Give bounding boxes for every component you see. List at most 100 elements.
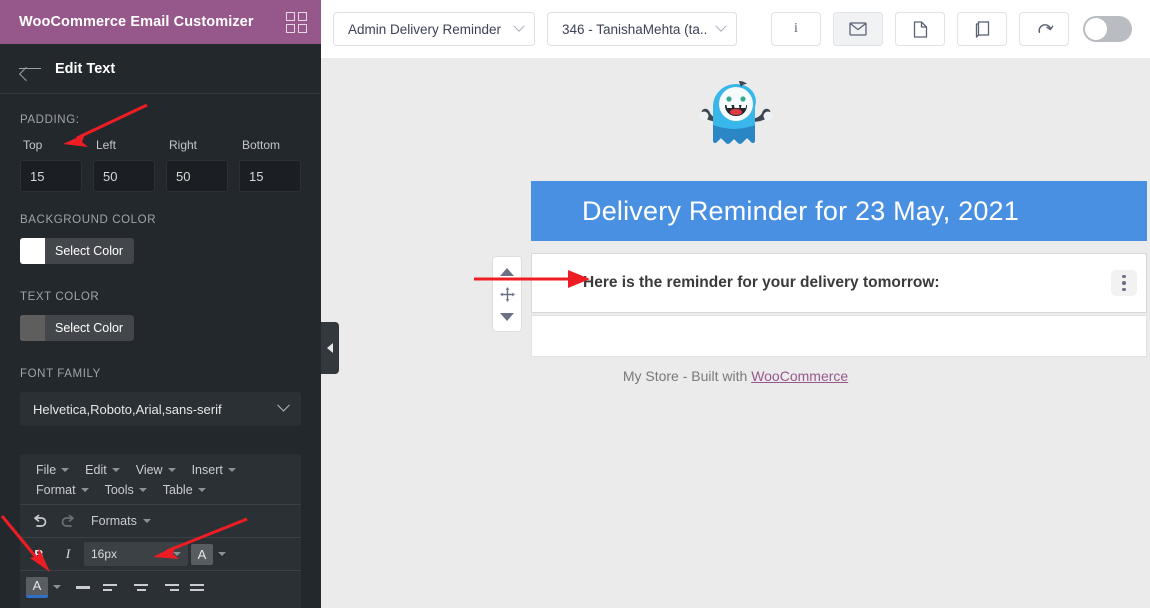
sidebar-body: PADDING: Top Left Right Bottom: [0, 94, 321, 426]
monster-mascot-logo: [699, 81, 772, 144]
padding-section-label: PADDING:: [20, 114, 80, 126]
page-icon: [913, 20, 927, 38]
order-recipient-value: 346 - TanishaMehta (ta...: [562, 21, 707, 37]
align-justify-icon: [190, 580, 208, 594]
chevron-down-icon: [277, 398, 290, 412]
background-color-button[interactable]: Select Color: [20, 238, 135, 264]
grid-cell: [286, 11, 295, 21]
text-color-picker-button[interactable]: A: [191, 543, 213, 565]
background-color-swatch: [20, 238, 45, 264]
menu-edit-label: Edit: [85, 463, 107, 477]
menu-format[interactable]: Format: [28, 480, 97, 500]
menu-table-label: Table: [162, 483, 193, 497]
info-button[interactable]: i: [771, 12, 821, 46]
menu-tools[interactable]: Tools: [97, 480, 155, 500]
collapse-panel-icon[interactable]: [321, 322, 339, 374]
grid-cell: [298, 23, 307, 33]
menu-file[interactable]: File: [28, 460, 77, 480]
duplicate-button[interactable]: [957, 12, 1007, 46]
woocommerce-link[interactable]: WooCommerce: [751, 368, 848, 384]
padding-right-group: Right: [166, 138, 228, 192]
background-color-label: BACKGROUND COLOR: [20, 214, 157, 226]
undo-icon[interactable]: [26, 509, 52, 533]
move-down-icon[interactable]: [500, 312, 514, 321]
formats-dropdown[interactable]: Formats: [84, 514, 158, 528]
email-template-value: Admin Delivery Reminder: [348, 21, 502, 37]
text-color-section: TEXT COLOR Select Color: [20, 291, 301, 346]
caret-down-icon[interactable]: [218, 552, 226, 556]
email-preview-canvas: Delivery Reminder for 23 May, 2021 Here …: [321, 58, 1150, 608]
page-settings-button[interactable]: [895, 12, 945, 46]
grid-cell: [298, 11, 307, 21]
italic-button[interactable]: I: [55, 542, 81, 566]
email-template: Delivery Reminder for 23 May, 2021 Here …: [321, 58, 1150, 608]
sidebar-panel: WooCommerce Email Customizer Edit Text P…: [0, 0, 321, 608]
padding-left-input[interactable]: [93, 160, 155, 192]
more-options-icon[interactable]: [1111, 270, 1137, 296]
caret-down-icon[interactable]: [53, 585, 61, 589]
caret-down-icon: [142, 519, 151, 523]
caret-down-icon: [138, 488, 147, 492]
padding-bottom-input[interactable]: [239, 160, 301, 192]
email-template-select[interactable]: Admin Delivery Reminder: [333, 12, 535, 46]
menu-table[interactable]: Table: [155, 480, 214, 500]
email-header-title: Delivery Reminder for 23 May, 2021: [582, 195, 1019, 226]
preview-toggle[interactable]: [1083, 16, 1132, 42]
font-family-select[interactable]: Helvetica,Roboto,Arial,sans-serif: [20, 392, 301, 426]
order-recipient-select[interactable]: 346 - TanishaMehta (ta...: [547, 12, 737, 46]
padding-right-input[interactable]: [166, 160, 228, 192]
caret-down-icon: [111, 468, 120, 472]
padding-left-group: Left: [93, 138, 155, 192]
align-left-button[interactable]: [99, 575, 125, 599]
align-center-icon: [132, 580, 150, 594]
editor-menubar: File Edit View Insert Format Tools Table: [20, 454, 301, 504]
grid-cell: [286, 23, 295, 33]
email-footer-text: My Store - Built with: [622, 368, 752, 384]
align-right-button[interactable]: [157, 575, 183, 599]
remove-format-button[interactable]: [70, 575, 96, 599]
block-drag-controls: [492, 256, 522, 332]
padding-top-group: Top: [20, 138, 82, 192]
padding-bottom-label: Bottom: [242, 138, 281, 152]
kebab-dot: [1122, 287, 1126, 292]
padding-top-input[interactable]: [20, 160, 82, 192]
email-customizer-app: WooCommerce Email Customizer Edit Text P…: [0, 0, 1150, 608]
send-test-email-button[interactable]: [833, 12, 883, 46]
align-center-button[interactable]: [128, 575, 154, 599]
align-right-icon: [161, 580, 179, 594]
email-empty-block[interactable]: [531, 315, 1147, 357]
text-color-button-label: Select Color: [55, 321, 124, 335]
font-size-select[interactable]: 16px: [84, 542, 188, 566]
main-area: Admin Delivery Reminder 346 - TanishaMeh…: [321, 0, 1150, 608]
drag-move-icon[interactable]: [500, 287, 515, 302]
text-color-button[interactable]: Select Color: [20, 315, 135, 341]
menu-tools-label: Tools: [104, 483, 134, 497]
bold-button[interactable]: B: [26, 542, 52, 566]
redo-icon[interactable]: [55, 509, 81, 533]
menu-view[interactable]: View: [128, 460, 184, 480]
sidebar-brand-bar: WooCommerce Email Customizer: [0, 0, 321, 44]
text-color-swatch: [20, 315, 45, 341]
padding-bottom-group: Bottom: [239, 138, 301, 192]
email-logo-area[interactable]: [321, 58, 1150, 176]
caret-down-icon: [173, 552, 181, 556]
move-up-icon[interactable]: [500, 267, 514, 276]
background-color-picker-button[interactable]: A: [26, 576, 48, 598]
grid-icon[interactable]: [286, 11, 307, 33]
email-header-banner[interactable]: Delivery Reminder for 23 May, 2021: [531, 181, 1147, 241]
text-color-label: TEXT COLOR: [20, 291, 100, 303]
email-text-block[interactable]: Here is the reminder for your delivery t…: [531, 253, 1147, 313]
top-toolbar: Admin Delivery Reminder 346 - TanishaMeh…: [321, 0, 1150, 58]
align-justify-button[interactable]: [186, 575, 212, 599]
email-body-text: Here is the reminder for your delivery t…: [583, 274, 940, 291]
back-arrow-icon[interactable]: [19, 61, 41, 77]
menu-insert[interactable]: Insert: [184, 460, 244, 480]
menu-edit[interactable]: Edit: [77, 460, 128, 480]
menu-insert-label: Insert: [191, 463, 223, 477]
menu-file-label: File: [36, 463, 57, 477]
panel-header: Edit Text: [0, 44, 321, 94]
caret-down-icon: [167, 468, 176, 472]
reset-button[interactable]: [1019, 12, 1069, 46]
chevron-down-icon: [715, 20, 727, 32]
chevron-down-icon: [513, 20, 525, 32]
